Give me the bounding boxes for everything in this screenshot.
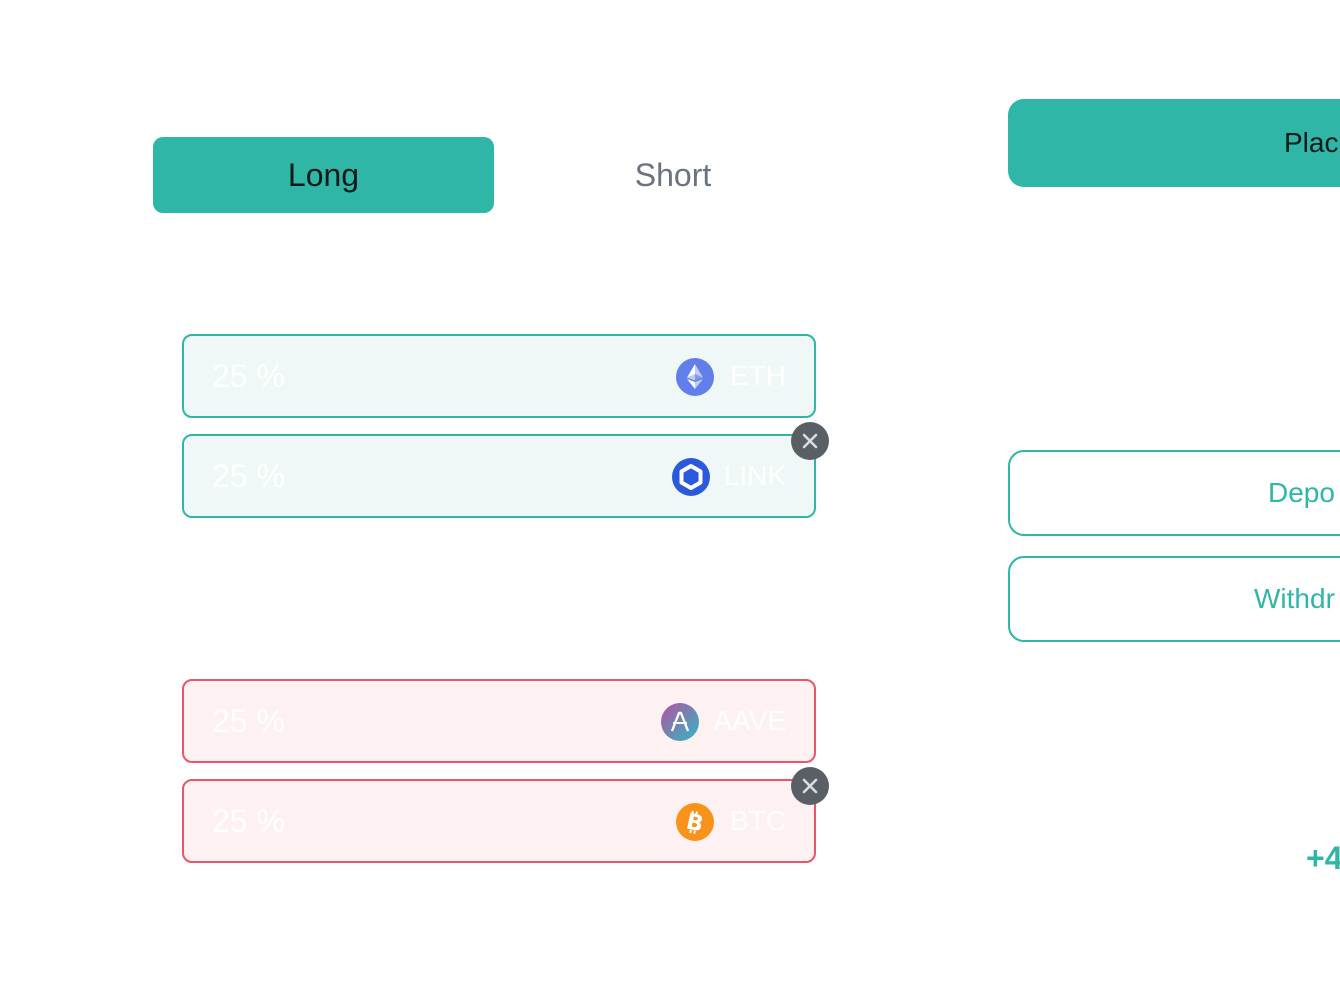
pnl-value: +4	[1306, 840, 1340, 876]
close-icon	[802, 778, 818, 794]
link-icon	[672, 458, 710, 496]
remove-asset-button[interactable]	[791, 422, 829, 460]
allocation-input[interactable]: 25 %	[212, 681, 285, 761]
allocation-input[interactable]: 25 %	[212, 436, 285, 516]
allocation-input[interactable]: 25 %	[212, 336, 285, 416]
withdraw-button[interactable]: Withdr	[1008, 556, 1340, 642]
short-asset-row[interactable]: 25 % B BTC	[182, 779, 816, 863]
asset-ticker: LINK	[723, 460, 786, 491]
long-asset-row[interactable]: 25 % ETH	[182, 334, 816, 418]
btc-icon: B	[676, 803, 714, 841]
tab-long[interactable]: Long	[153, 137, 494, 213]
eth-icon	[676, 358, 714, 396]
allocation-input[interactable]: 25 %	[212, 781, 285, 861]
trade-page: Long Short 25 % ETH 25 % LINK 25 % AAVE …	[0, 0, 1340, 988]
close-icon	[802, 433, 818, 449]
tab-short[interactable]: Short	[540, 137, 806, 213]
asset-ticker: ETH	[730, 360, 786, 391]
short-asset-row[interactable]: 25 % AAVE	[182, 679, 816, 763]
asset-ticker: BTC	[730, 805, 786, 836]
remove-asset-button[interactable]	[791, 767, 829, 805]
long-asset-row[interactable]: 25 % LINK	[182, 434, 816, 518]
deposit-button[interactable]: Depo	[1008, 450, 1340, 536]
asset-ticker: AAVE	[713, 705, 786, 736]
aave-icon	[661, 703, 699, 741]
place-order-button[interactable]: Plac	[1008, 99, 1340, 187]
